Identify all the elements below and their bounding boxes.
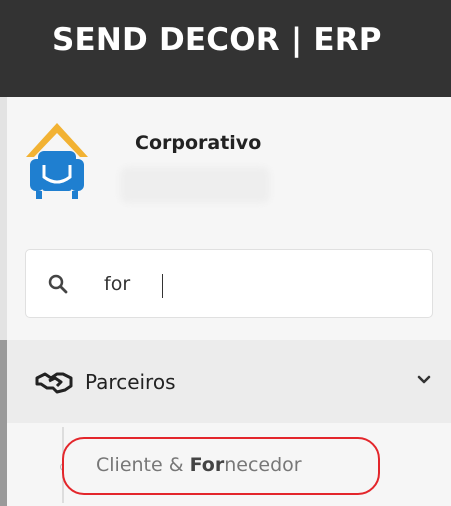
sidebar-scrollbar-thumb[interactable] — [0, 340, 7, 506]
submenu-item-label: Cliente & Fornecedor — [96, 454, 302, 476]
menu-search-box[interactable] — [25, 249, 433, 318]
search-match-highlight: For — [189, 454, 225, 476]
company-name: Corporativo — [135, 132, 262, 154]
sidebar-item-parceiros[interactable]: Parceiros — [7, 340, 451, 423]
text-caret — [162, 274, 163, 298]
search-input[interactable] — [104, 264, 404, 304]
armchair-house-icon — [24, 117, 90, 205]
sidebar-item-cliente-fornecedor[interactable]: Cliente & Fornecedor — [62, 437, 380, 495]
search-icon — [48, 274, 68, 294]
blurred-user-info — [120, 167, 270, 203]
handshake-icon — [35, 372, 73, 394]
sidebar: Corporativo Parceiros Cliente & Fornec — [0, 97, 451, 506]
sidebar-item-label: Parceiros — [85, 370, 176, 394]
chevron-down-icon[interactable] — [416, 372, 432, 388]
app-header: SEND DECOR | ERP — [0, 0, 451, 97]
app-title: SEND DECOR | ERP — [52, 22, 382, 58]
